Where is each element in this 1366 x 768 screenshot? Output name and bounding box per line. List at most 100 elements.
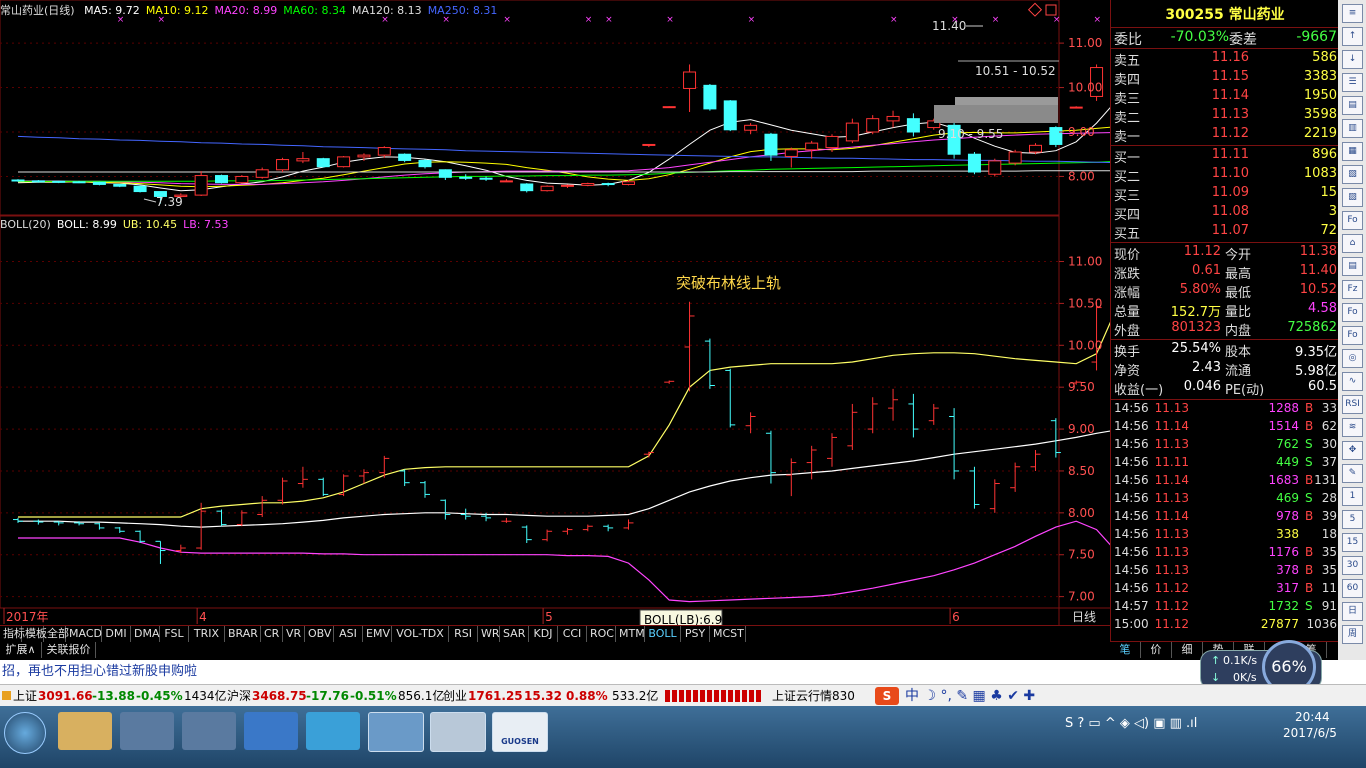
tick-row[interactable]: 14:56 11.13 338 18 — [1111, 527, 1339, 545]
tick-row[interactable]: 14:56 11.14 978 B 39 — [1111, 509, 1339, 527]
tick-row[interactable]: 15:00 11.12 27877 1036 — [1111, 617, 1339, 635]
side-tool-icon[interactable]: 60 — [1342, 579, 1363, 598]
indicator-tab[interactable]: VOL-TDX — [392, 626, 449, 642]
panel-tab[interactable]: 笔 — [1110, 642, 1141, 658]
tick-row[interactable]: 14:56 11.13 469 S 28 — [1111, 491, 1339, 509]
side-tool-icon[interactable]: ▥ — [1342, 119, 1363, 138]
side-tool-icon[interactable]: ∿ — [1342, 372, 1363, 391]
side-tool-icon[interactable]: 30 — [1342, 556, 1363, 575]
stat-row[interactable]: 外盘 801323 内盘 725862 — [1111, 320, 1339, 339]
ime-s-icon[interactable]: S — [875, 687, 899, 705]
sub-tab[interactable]: 扩展∧ — [0, 642, 42, 658]
tick-row[interactable]: 14:56 11.13 1288 B 33 — [1111, 401, 1339, 419]
stat-row[interactable]: 总量 152.7万 量比 4.58 — [1111, 301, 1339, 320]
side-tool-icon[interactable]: ✎ — [1342, 464, 1363, 483]
indicator-tab[interactable]: MCST — [710, 626, 746, 642]
side-tool-icon[interactable]: ≡ — [1342, 4, 1363, 23]
indicator-tab[interactable]: EMV — [363, 626, 392, 642]
side-tool-icon[interactable]: ≋ — [1342, 418, 1363, 437]
cloud-taskbar-icon[interactable] — [306, 712, 360, 750]
stat2-row[interactable]: 净资 2.43 流通 5.98亿 — [1111, 360, 1339, 379]
indicator-tab[interactable]: RSI — [449, 626, 478, 642]
indicator-tab[interactable]: SAR — [500, 626, 529, 642]
tick-row[interactable]: 14:56 11.14 1683 B 131 — [1111, 473, 1339, 491]
kline-chart-area[interactable]: 11.00 10.00 9.00 8.00 11.00 10.50 10.00 9.50 9.0… — [0, 0, 1110, 625]
side-tool-icon[interactable]: ⌂ — [1342, 234, 1363, 253]
indicator-tab[interactable]: CR — [261, 626, 283, 642]
stat-row[interactable]: 涨幅 5.80% 最低 10.52 — [1111, 282, 1339, 301]
side-tool-icon[interactable]: 5 — [1342, 510, 1363, 529]
indicator-tab[interactable]: DMA — [131, 626, 160, 642]
window-icon[interactable] — [1045, 4, 1057, 16]
indicator-tab[interactable]: ASI — [334, 626, 363, 642]
tick-row[interactable]: 14:56 11.13 378 B 35 — [1111, 563, 1339, 581]
side-tool-icon[interactable]: Fo — [1342, 326, 1363, 345]
tick-row[interactable]: 14:56 11.13 762 S 30 — [1111, 437, 1339, 455]
side-tool-icon[interactable]: ▤ — [1342, 257, 1363, 276]
side-tool-icon[interactable]: 周 — [1342, 625, 1363, 644]
kline-svg[interactable]: 11.00 10.00 9.00 8.00 11.00 10.50 10.00 9.50 9.0… — [0, 0, 1110, 625]
cloud-quote[interactable]: 上证云行情830 — [772, 685, 855, 707]
panel-tab[interactable]: 价 — [1141, 642, 1172, 658]
side-tool-icon[interactable]: ▨ — [1342, 188, 1363, 207]
stat-row[interactable]: 现价 11.12 今开 11.38 — [1111, 244, 1339, 263]
bid-row[interactable]: 买一 11.11 896 — [1111, 147, 1339, 166]
side-tool-icon[interactable]: 15 — [1342, 533, 1363, 552]
bid-row[interactable]: 买四 11.08 3 — [1111, 204, 1339, 223]
panel-tab[interactable]: 细 — [1172, 642, 1203, 658]
ask-row[interactable]: 卖二 11.13 3598 — [1111, 107, 1339, 126]
side-tool-icon[interactable]: ↓ — [1342, 50, 1363, 69]
indicator-tab[interactable]: 指标 — [0, 626, 25, 642]
indicator-tab[interactable]: ROC — [587, 626, 616, 642]
app-taskbar-icon[interactable] — [430, 712, 486, 752]
tick-row[interactable]: 14:57 11.12 1732 S 91 — [1111, 599, 1339, 617]
ask-row[interactable]: 卖一 11.12 2219 — [1111, 126, 1339, 145]
indicator-tab[interactable]: OBV — [305, 626, 334, 642]
bid-row[interactable]: 买五 11.07 72 — [1111, 223, 1339, 242]
indicator-tab[interactable]: 模板 — [22, 626, 47, 642]
tick-row[interactable]: 14:56 11.13 1176 B 35 — [1111, 545, 1339, 563]
ask-row[interactable]: 卖五 11.16 586 — [1111, 50, 1339, 69]
stat2-row[interactable]: 换手 25.54% 股本 9.35亿 — [1111, 341, 1339, 360]
clock-time[interactable]: 20:44 — [1295, 710, 1330, 724]
ie-taskbar-icon[interactable] — [244, 712, 298, 750]
side-tool-icon[interactable]: 日 — [1342, 602, 1363, 621]
ask-row[interactable]: 卖三 11.14 1950 — [1111, 88, 1339, 107]
indicator-tab[interactable]: MTM — [616, 626, 645, 642]
side-tool-icon[interactable]: Fo — [1342, 211, 1363, 230]
side-tool-icon[interactable]: ▦ — [1342, 142, 1363, 161]
side-tool-icon[interactable]: Fo — [1342, 303, 1363, 322]
side-tool-icon[interactable]: ◎ — [1342, 349, 1363, 368]
side-tool-icon[interactable]: ↑ — [1342, 27, 1363, 46]
explorer-taskbar-icon[interactable] — [58, 712, 112, 750]
indicator-tab[interactable]: BRAR — [225, 626, 261, 642]
side-tool-icon[interactable]: ▧ — [1342, 165, 1363, 184]
news-ticker[interactable]: 招，再也不用担心错过新股申购啦 — [0, 660, 1366, 684]
start-button[interactable] — [4, 712, 46, 754]
tick-row[interactable]: 14:56 11.11 449 S 37 — [1111, 455, 1339, 473]
stat2-row[interactable]: 收益(一) 0.046 PE(动) 60.5 — [1111, 379, 1339, 398]
indicator-tab[interactable]: BOLL — [645, 626, 681, 642]
news-text[interactable]: 招，再也不用担心错过新股申购啦 — [0, 664, 197, 679]
tick-row[interactable]: 14:56 11.14 1514 B 62 — [1111, 419, 1339, 437]
browser-taskbar-icon[interactable] — [368, 712, 424, 752]
indicator-tab[interactable]: CCI — [558, 626, 587, 642]
indicator-tab[interactable]: DMI — [102, 626, 131, 642]
sub-tab[interactable]: 关联报价 — [42, 642, 96, 658]
indicator-tab[interactable]: WR — [478, 626, 500, 642]
ime-toolbar-icons[interactable]: 中 ☽ °, ✎ ▦ ♣ ✔ ✚ — [905, 685, 1035, 707]
side-tool-icon[interactable]: ✥ — [1342, 441, 1363, 460]
indicator-tab[interactable]: VR — [283, 626, 305, 642]
system-tray-icons[interactable]: S ? ▭ ^ ◈ ◁) ▣ ▥ .ıl — [1065, 716, 1197, 731]
side-tool-icon[interactable]: ▤ — [1342, 96, 1363, 115]
media-taskbar-icon[interactable] — [120, 712, 174, 750]
clock-date[interactable]: 2017/6/5 — [1283, 726, 1337, 740]
side-tool-icon[interactable]: ☰ — [1342, 73, 1363, 92]
indicator-tab[interactable]: FSL — [160, 626, 189, 642]
side-tool-icon[interactable]: RSI — [1342, 395, 1363, 414]
stat-row[interactable]: 涨跌 0.61 最高 11.40 — [1111, 263, 1339, 282]
tick-row[interactable]: 14:56 11.12 317 B 11 — [1111, 581, 1339, 599]
indicator-tab[interactable]: PSY — [681, 626, 710, 642]
bid-row[interactable]: 买三 11.09 15 — [1111, 185, 1339, 204]
ask-row[interactable]: 卖四 11.15 3383 — [1111, 69, 1339, 88]
